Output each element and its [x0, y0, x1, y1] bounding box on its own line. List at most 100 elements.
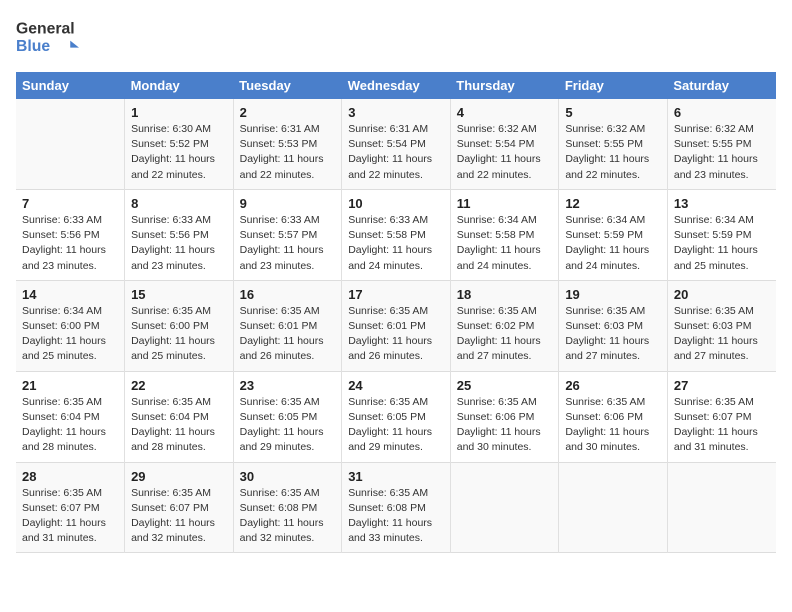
- day-number: 8: [131, 196, 227, 211]
- calendar-cell: 6 Sunrise: 6:32 AM Sunset: 5:55 PM Daylig…: [667, 99, 776, 189]
- day-number: 25: [457, 378, 553, 393]
- day-info: Sunrise: 6:32 AM Sunset: 5:55 PM Dayligh…: [674, 122, 770, 183]
- calendar-cell: 1Sunrise: 6:30 AM Sunset: 5:52 PM Daylig…: [125, 99, 234, 189]
- calendar-cell: 12 Sunrise: 6:34 AM Sunset: 5:59 PM Dayli…: [559, 189, 668, 280]
- day-number: 5: [565, 105, 661, 120]
- day-header-friday: Friday: [559, 72, 668, 99]
- day-info: Sunrise: 6:35 AM Sunset: 6:07 PM Dayligh…: [131, 486, 227, 547]
- calendar-cell: 25 Sunrise: 6:35 AM Sunset: 6:06 PM Dayli…: [450, 371, 559, 462]
- day-info: Sunrise: 6:31 AM Sunset: 5:53 PM Dayligh…: [240, 122, 336, 183]
- calendar-cell: 13Sunrise: 6:34 AM Sunset: 5:59 PM Dayli…: [667, 189, 776, 280]
- day-header-monday: Monday: [125, 72, 234, 99]
- day-info: Sunrise: 6:34 AM Sunset: 5:59 PM Dayligh…: [565, 213, 661, 274]
- day-info: Sunrise: 6:35 AM Sunset: 6:00 PM Dayligh…: [131, 304, 227, 365]
- day-number: 23: [240, 378, 336, 393]
- day-number: 6: [674, 105, 770, 120]
- calendar-cell: [559, 462, 668, 553]
- calendar-cell: [16, 99, 125, 189]
- day-number: 27: [674, 378, 770, 393]
- day-number: 12: [565, 196, 661, 211]
- day-number: 21: [22, 378, 118, 393]
- calendar-cell: 8Sunrise: 6:33 AM Sunset: 5:56 PM Daylig…: [125, 189, 234, 280]
- day-info: Sunrise: 6:35 AM Sunset: 6:07 PM Dayligh…: [674, 395, 770, 456]
- calendar-cell: 24Sunrise: 6:35 AM Sunset: 6:05 PM Dayli…: [342, 371, 451, 462]
- calendar-week-row: 28 Sunrise: 6:35 AM Sunset: 6:07 PM Dayli…: [16, 462, 776, 553]
- day-number: 24: [348, 378, 444, 393]
- calendar-table: SundayMondayTuesdayWednesdayThursdayFrid…: [16, 72, 776, 553]
- day-info: Sunrise: 6:35 AM Sunset: 6:03 PM Dayligh…: [565, 304, 661, 365]
- calendar-cell: 17 Sunrise: 6:35 AM Sunset: 6:01 PM Dayli…: [342, 280, 451, 371]
- calendar-cell: 21 Sunrise: 6:35 AM Sunset: 6:04 PM Dayli…: [16, 371, 125, 462]
- day-number: 17: [348, 287, 444, 302]
- calendar-cell: [450, 462, 559, 553]
- day-number: 29: [131, 469, 227, 484]
- day-number: 26: [565, 378, 661, 393]
- day-info: Sunrise: 6:35 AM Sunset: 6:06 PM Dayligh…: [457, 395, 553, 456]
- day-info: Sunrise: 6:34 AM Sunset: 6:00 PM Dayligh…: [22, 304, 118, 365]
- day-info: Sunrise: 6:35 AM Sunset: 6:08 PM Dayligh…: [348, 486, 444, 547]
- day-number: 9: [240, 196, 336, 211]
- day-number: 28: [22, 469, 118, 484]
- day-info: Sunrise: 6:35 AM Sunset: 6:02 PM Dayligh…: [457, 304, 553, 365]
- day-header-wednesday: Wednesday: [342, 72, 451, 99]
- day-info: Sunrise: 6:34 AM Sunset: 5:58 PM Dayligh…: [457, 213, 553, 274]
- calendar-cell: 16 Sunrise: 6:35 AM Sunset: 6:01 PM Dayli…: [233, 280, 342, 371]
- day-header-saturday: Saturday: [667, 72, 776, 99]
- day-info: Sunrise: 6:35 AM Sunset: 6:03 PM Dayligh…: [674, 304, 770, 365]
- day-number: 4: [457, 105, 553, 120]
- day-info: Sunrise: 6:31 AM Sunset: 5:54 PM Dayligh…: [348, 122, 444, 183]
- day-number: 18: [457, 287, 553, 302]
- day-info: Sunrise: 6:32 AM Sunset: 5:54 PM Dayligh…: [457, 122, 553, 183]
- calendar-cell: 23 Sunrise: 6:35 AM Sunset: 6:05 PM Dayli…: [233, 371, 342, 462]
- svg-text:General: General: [16, 21, 75, 38]
- calendar-cell: 11Sunrise: 6:34 AM Sunset: 5:58 PM Dayli…: [450, 189, 559, 280]
- calendar-cell: 29 Sunrise: 6:35 AM Sunset: 6:07 PM Dayli…: [125, 462, 234, 553]
- logo-svg: GeneralBlue: [16, 16, 86, 60]
- calendar-cell: 27 Sunrise: 6:35 AM Sunset: 6:07 PM Dayli…: [667, 371, 776, 462]
- day-info: Sunrise: 6:35 AM Sunset: 6:04 PM Dayligh…: [22, 395, 118, 456]
- calendar-cell: 3 Sunrise: 6:31 AM Sunset: 5:54 PM Daylig…: [342, 99, 451, 189]
- calendar-cell: 18 Sunrise: 6:35 AM Sunset: 6:02 PM Dayli…: [450, 280, 559, 371]
- day-number: 19: [565, 287, 661, 302]
- calendar-week-row: 14 Sunrise: 6:34 AM Sunset: 6:00 PM Dayli…: [16, 280, 776, 371]
- day-info: Sunrise: 6:33 AM Sunset: 5:56 PM Dayligh…: [22, 213, 118, 274]
- calendar-cell: 28Sunrise: 6:35 AM Sunset: 6:07 PM Dayli…: [16, 462, 125, 553]
- calendar-cell: [667, 462, 776, 553]
- day-number: 20: [674, 287, 770, 302]
- calendar-cell: 26 Sunrise: 6:35 AM Sunset: 6:06 PM Dayli…: [559, 371, 668, 462]
- day-info: Sunrise: 6:35 AM Sunset: 6:06 PM Dayligh…: [565, 395, 661, 456]
- svg-text:Blue: Blue: [16, 38, 50, 55]
- day-number: 2: [240, 105, 336, 120]
- day-number: 14: [22, 287, 118, 302]
- day-header-tuesday: Tuesday: [233, 72, 342, 99]
- calendar-week-row: 7 Sunrise: 6:33 AM Sunset: 5:56 PM Daylig…: [16, 189, 776, 280]
- day-info: Sunrise: 6:35 AM Sunset: 6:01 PM Dayligh…: [348, 304, 444, 365]
- day-number: 22: [131, 378, 227, 393]
- day-number: 7: [22, 196, 118, 211]
- day-info: Sunrise: 6:34 AM Sunset: 5:59 PM Dayligh…: [674, 213, 770, 274]
- day-info: Sunrise: 6:32 AM Sunset: 5:55 PM Dayligh…: [565, 122, 661, 183]
- calendar-week-row: 1Sunrise: 6:30 AM Sunset: 5:52 PM Daylig…: [16, 99, 776, 189]
- day-info: Sunrise: 6:33 AM Sunset: 5:58 PM Dayligh…: [348, 213, 444, 274]
- day-number: 16: [240, 287, 336, 302]
- day-number: 15: [131, 287, 227, 302]
- calendar-cell: 31 Sunrise: 6:35 AM Sunset: 6:08 PM Dayli…: [342, 462, 451, 553]
- day-info: Sunrise: 6:35 AM Sunset: 6:05 PM Dayligh…: [240, 395, 336, 456]
- calendar-cell: 30Sunrise: 6:35 AM Sunset: 6:08 PM Dayli…: [233, 462, 342, 553]
- day-number: 10: [348, 196, 444, 211]
- calendar-cell: 7 Sunrise: 6:33 AM Sunset: 5:56 PM Daylig…: [16, 189, 125, 280]
- calendar-cell: 15 Sunrise: 6:35 AM Sunset: 6:00 PM Dayli…: [125, 280, 234, 371]
- day-header-thursday: Thursday: [450, 72, 559, 99]
- day-number: 31: [348, 469, 444, 484]
- day-number: 1: [131, 105, 227, 120]
- calendar-cell: 2 Sunrise: 6:31 AM Sunset: 5:53 PM Daylig…: [233, 99, 342, 189]
- calendar-cell: 19 Sunrise: 6:35 AM Sunset: 6:03 PM Dayli…: [559, 280, 668, 371]
- day-info: Sunrise: 6:35 AM Sunset: 6:04 PM Dayligh…: [131, 395, 227, 456]
- day-number: 30: [240, 469, 336, 484]
- calendar-week-row: 21 Sunrise: 6:35 AM Sunset: 6:04 PM Dayli…: [16, 371, 776, 462]
- day-info: Sunrise: 6:35 AM Sunset: 6:01 PM Dayligh…: [240, 304, 336, 365]
- calendar-cell: 4 Sunrise: 6:32 AM Sunset: 5:54 PM Daylig…: [450, 99, 559, 189]
- day-number: 3: [348, 105, 444, 120]
- calendar-header-row: SundayMondayTuesdayWednesdayThursdayFrid…: [16, 72, 776, 99]
- calendar-cell: 10 Sunrise: 6:33 AM Sunset: 5:58 PM Dayli…: [342, 189, 451, 280]
